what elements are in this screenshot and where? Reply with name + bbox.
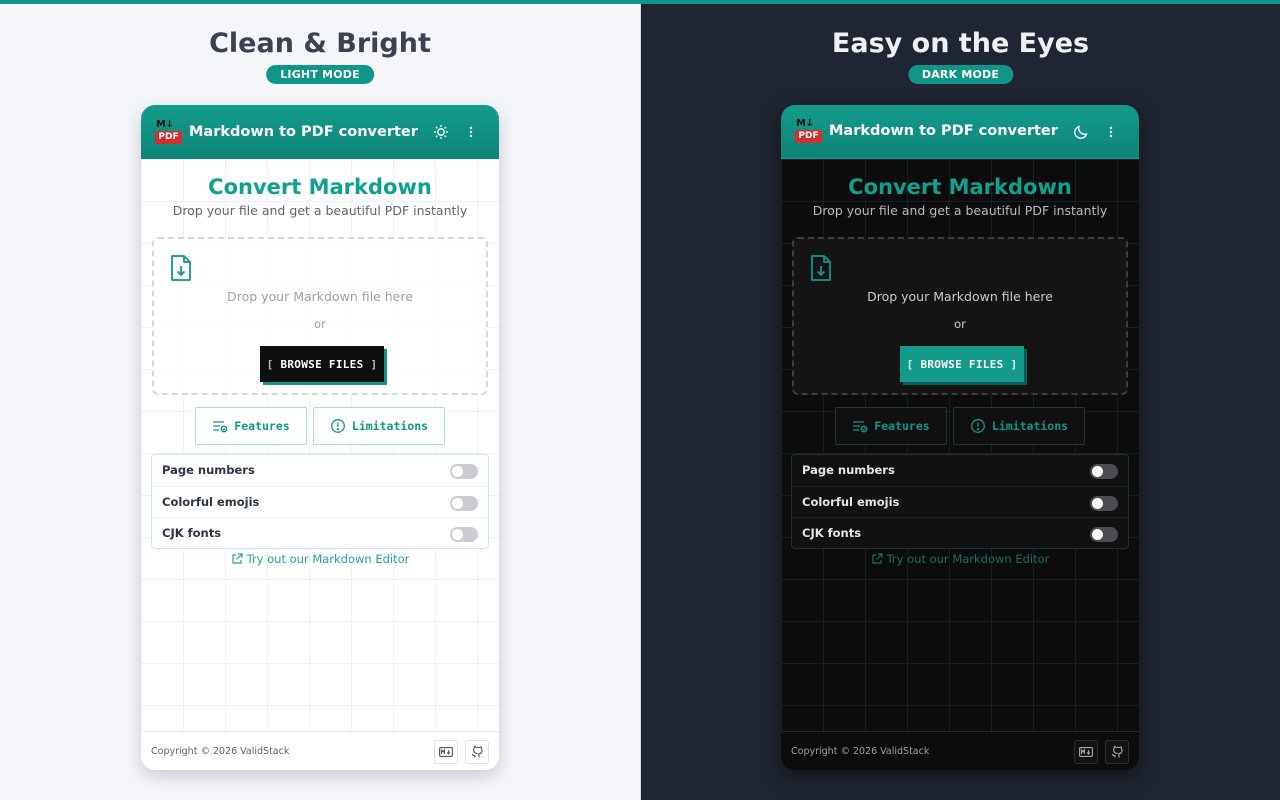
setting-row-cjk-fonts: CJK fonts [792, 517, 1128, 548]
markdown-editor-link[interactable]: Try out our Markdown Editor [141, 552, 499, 566]
mode-badge: DARK MODE [907, 65, 1014, 84]
dark-mode-showcase: Easy on the Eyes DARK MODE M↓ PDF Markdo… [641, 0, 1280, 800]
logo-markdown-mark: M↓ [796, 118, 814, 129]
markdown-editor-link-text: Try out our Markdown Editor [886, 552, 1050, 566]
app-logo: M↓ PDF [155, 119, 183, 145]
browse-files-label: BROWSE FILES [280, 357, 364, 371]
markdown-editor-link[interactable]: Try out our Markdown Editor [781, 552, 1139, 566]
setting-label: Page numbers [162, 463, 255, 477]
settings-panel: Page numbers Colorful emojis CJK fonts [151, 454, 489, 549]
github-icon-button[interactable] [1105, 740, 1129, 764]
showcase-headline: Clean & Bright [209, 28, 431, 59]
logo-pdf-mark: PDF [155, 131, 182, 144]
features-label: Features [874, 419, 930, 433]
list-check-icon [213, 421, 228, 433]
toggle-knob [452, 529, 463, 540]
toggle-knob [1092, 466, 1103, 477]
github-icon [471, 745, 483, 758]
setting-row-colorful-emojis: Colorful emojis [152, 486, 488, 517]
showcase-headline: Easy on the Eyes [831, 28, 1090, 59]
mode-badge: LIGHT MODE [266, 65, 374, 84]
app-title: Markdown to PDF converter [189, 124, 418, 140]
colorful-emojis-toggle[interactable] [450, 496, 478, 511]
app-frame-light: M↓ PDF Markdown to PDF converter Convert… [141, 105, 499, 770]
github-icon [1111, 745, 1123, 758]
limitations-label: Limitations [991, 419, 1069, 433]
cjk-fonts-toggle[interactable] [450, 527, 478, 542]
main-content: Convert Markdown Drop your file and get … [141, 159, 499, 731]
app-frame-dark: M↓ PDF Markdown to PDF converter Convert… [781, 105, 1139, 770]
setting-label: Colorful emojis [802, 495, 900, 509]
setting-row-cjk-fonts: CJK fonts [152, 517, 488, 548]
drop-instructions: Drop your Markdown file here [227, 289, 413, 304]
setting-row-page-numbers: Page numbers [152, 455, 488, 486]
app-header: M↓ PDF Markdown to PDF converter [781, 105, 1139, 159]
app-logo: M↓ PDF [795, 118, 823, 144]
setting-label: Colorful emojis [162, 495, 260, 509]
setting-label: CJK fonts [802, 526, 862, 540]
browse-files-label: BROWSE FILES [920, 357, 1004, 371]
top-accent-bar [0, 0, 1280, 4]
page-numbers-toggle[interactable] [1090, 464, 1118, 479]
convert-title: Convert Markdown [208, 175, 432, 199]
app-title: Markdown to PDF converter [829, 123, 1058, 139]
markdown-icon [1079, 747, 1093, 757]
limitations-label: Limitations [351, 419, 429, 433]
features-button[interactable]: Features [195, 407, 307, 445]
or-separator: or [954, 317, 966, 331]
setting-row-colorful-emojis: Colorful emojis [792, 486, 1128, 517]
copyright-text: Copyright © 2026 ValidStack [151, 746, 290, 757]
file-dropzone[interactable]: Drop your Markdown file here or [ BROWSE… [792, 237, 1128, 395]
setting-row-page-numbers: Page numbers [792, 455, 1128, 486]
file-dropzone[interactable]: Drop your Markdown file here or [ BROWSE… [152, 237, 488, 395]
app-footer: Copyright © 2026 ValidStack [781, 731, 1139, 770]
logo-markdown-mark: M↓ [156, 119, 174, 130]
toggle-knob [1092, 498, 1103, 509]
more-vertical-icon[interactable] [462, 123, 480, 141]
browse-files-button[interactable]: [ BROWSE FILES ] [260, 346, 384, 382]
markdown-icon [439, 747, 453, 757]
logo-pdf-mark: PDF [795, 130, 822, 143]
light-mode-showcase: Clean & Bright LIGHT MODE M↓ PDF Markdow… [0, 0, 640, 800]
limitations-button[interactable]: Limitations [313, 407, 445, 445]
more-vertical-icon[interactable] [1102, 123, 1120, 141]
copyright-text: Copyright © 2026 ValidStack [791, 746, 930, 757]
moon-icon[interactable] [1072, 123, 1090, 141]
browse-files-button[interactable]: [ BROWSE FILES ] [900, 346, 1024, 382]
toggle-knob [1092, 529, 1103, 540]
setting-label: Page numbers [802, 463, 895, 477]
external-link-icon [231, 553, 243, 564]
file-download-icon [808, 254, 834, 282]
drop-instructions: Drop your Markdown file here [867, 289, 1053, 304]
page-numbers-toggle[interactable] [450, 464, 478, 479]
convert-subtitle: Drop your file and get a beautiful PDF i… [812, 203, 1108, 218]
markdown-icon-button[interactable] [1074, 740, 1098, 764]
setting-label: CJK fonts [162, 526, 222, 540]
markdown-icon-button[interactable] [434, 740, 458, 764]
settings-panel: Page numbers Colorful emojis CJK fonts [791, 454, 1129, 549]
sun-icon[interactable] [432, 123, 450, 141]
toggle-knob [452, 498, 463, 509]
colorful-emojis-toggle[interactable] [1090, 496, 1118, 511]
features-label: Features [234, 419, 290, 433]
limitations-button[interactable]: Limitations [953, 407, 1085, 445]
github-icon-button[interactable] [465, 740, 489, 764]
main-content: Convert Markdown Drop your file and get … [781, 159, 1139, 731]
external-link-icon [871, 553, 883, 564]
features-button[interactable]: Features [835, 407, 947, 445]
list-check-icon [853, 421, 868, 433]
convert-subtitle: Drop your file and get a beautiful PDF i… [172, 203, 468, 218]
toggle-knob [452, 466, 463, 477]
app-header: M↓ PDF Markdown to PDF converter [141, 105, 499, 159]
or-separator: or [314, 317, 326, 331]
alert-badge-icon [970, 419, 985, 433]
markdown-editor-link-text: Try out our Markdown Editor [246, 552, 410, 566]
app-footer: Copyright © 2026 ValidStack [141, 731, 499, 770]
alert-badge-icon [330, 419, 345, 433]
file-download-icon [168, 254, 194, 282]
cjk-fonts-toggle[interactable] [1090, 527, 1118, 542]
convert-title: Convert Markdown [848, 175, 1072, 199]
